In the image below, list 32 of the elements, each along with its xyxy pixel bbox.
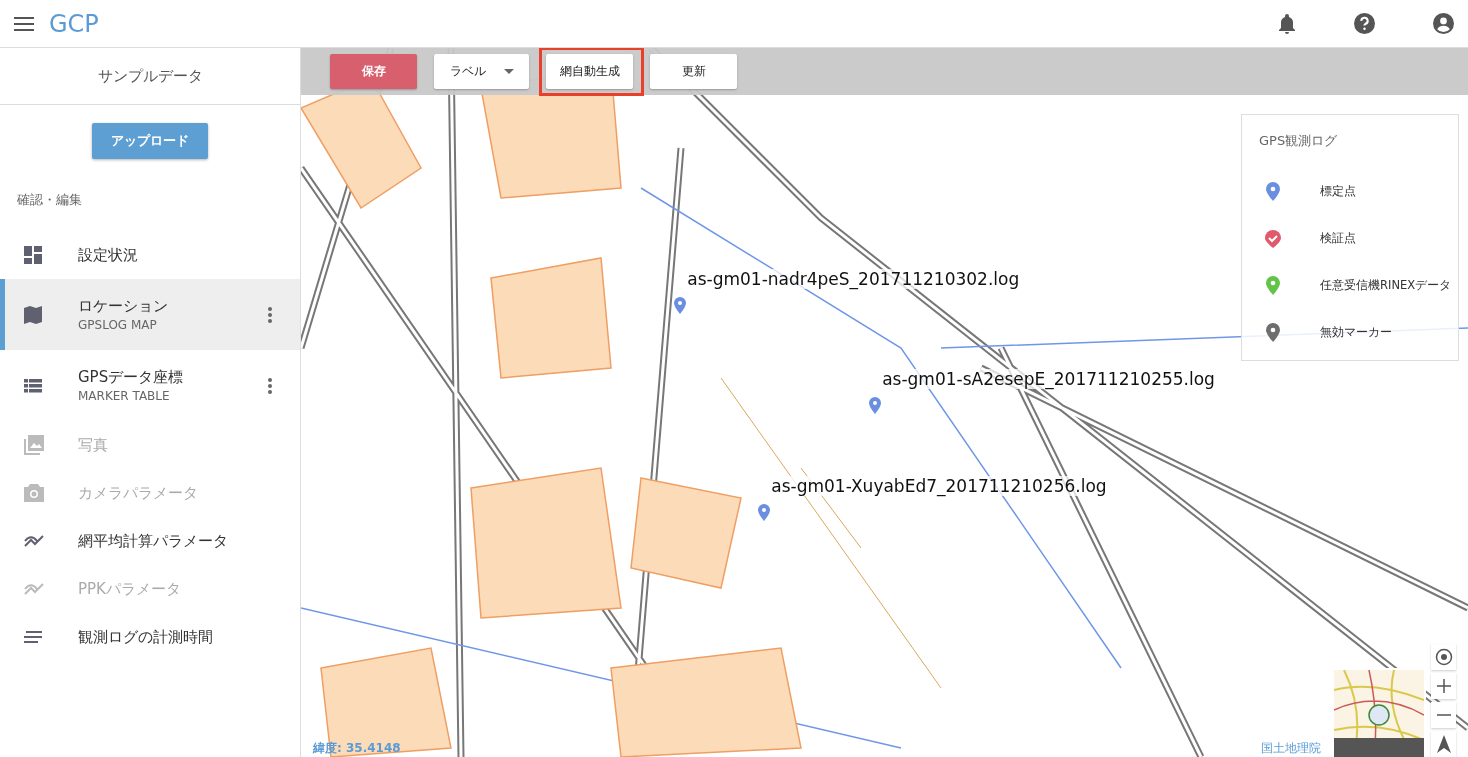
more-icon[interactable] [268,377,272,394]
nav-label: PPKパラメータ [78,579,182,599]
nav-label: ロケーション [78,297,169,316]
section-heading: 確認・編集 [16,191,83,209]
account-icon[interactable] [1433,13,1454,34]
nav-item[interactable]: ロケーション GPSLOG MAP [0,279,300,350]
nav-label: 網平均計算パラメータ [78,531,229,551]
menu-icon[interactable] [14,16,34,31]
nav-label: GPSデータ座標 [78,368,185,387]
lines-icon [24,631,42,643]
app-title: GCP [49,9,99,38]
photo-icon [24,435,44,455]
trend-icon [24,535,44,547]
project-name: サンプルデータ [0,48,300,105]
list-icon [24,378,42,393]
dashboard-icon [24,246,42,264]
nav-label: カメラパラメータ [78,483,199,503]
help-icon[interactable] [1354,13,1375,34]
nav-sublabel: GPSLOG MAP [78,318,158,332]
trend-icon [24,583,44,595]
nav-item[interactable]: 観測ログの計測時間 [0,613,300,661]
nav-sublabel: MARKER TABLE [78,389,171,403]
nav-item[interactable]: 網平均計算パラメータ [0,517,300,565]
nav-item[interactable]: 設定状況 [0,231,300,279]
bell-icon[interactable] [1278,13,1296,34]
nav-item[interactable]: GPSデータ座標 MARKER TABLE [0,350,300,421]
map-icon [24,305,42,324]
nav-label: 設定状況 [78,245,139,265]
more-icon[interactable] [268,306,272,323]
nav-label: 観測ログの計測時間 [78,627,214,647]
camera-icon [24,484,44,502]
nav-label: 写真 [78,435,109,455]
